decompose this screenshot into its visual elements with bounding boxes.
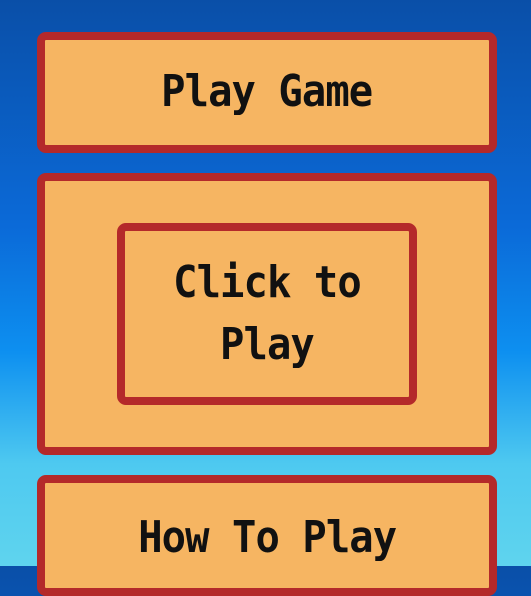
click-to-play-button[interactable]: Click to Play: [117, 223, 417, 405]
click-to-play-line-1: Click to: [173, 256, 362, 308]
click-to-play-label: Click to Play: [173, 252, 362, 377]
play-game-button[interactable]: Play Game: [37, 32, 497, 153]
play-game-label: Play Game: [161, 66, 373, 118]
click-to-play-line-2: Play: [220, 319, 315, 370]
how-to-play-button[interactable]: How To Play: [37, 475, 497, 596]
start-screen-panel: Click to Play: [37, 173, 497, 455]
how-to-play-label: How To Play: [138, 512, 397, 563]
